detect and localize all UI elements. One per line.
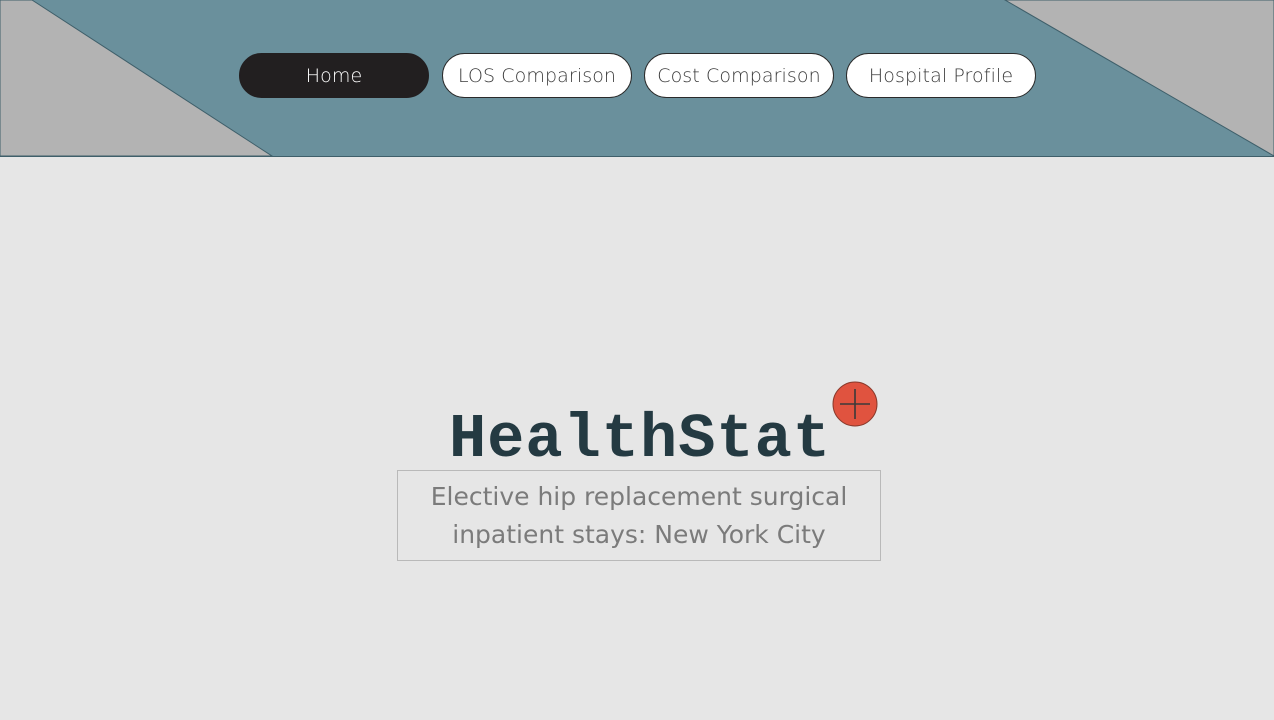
- nav-home-button[interactable]: Home: [239, 53, 429, 98]
- page: Home LOS Comparison Cost Comparison Hosp…: [0, 0, 1274, 720]
- nav-hospital-profile-button[interactable]: Hospital Profile: [846, 53, 1036, 98]
- header-banner: Home LOS Comparison Cost Comparison Hosp…: [0, 0, 1274, 157]
- app-title: HealthStat: [448, 404, 832, 475]
- nav-cost-comparison-button[interactable]: Cost Comparison: [644, 53, 834, 98]
- subtitle-box: Elective hip replacement surgical inpati…: [397, 470, 881, 561]
- nav-los-comparison-button[interactable]: LOS Comparison: [442, 53, 632, 98]
- plus-circle-icon: [832, 381, 878, 427]
- subtitle-text: Elective hip replacement surgical inpati…: [430, 481, 848, 549]
- main-nav: Home LOS Comparison Cost Comparison Hosp…: [0, 53, 1274, 100]
